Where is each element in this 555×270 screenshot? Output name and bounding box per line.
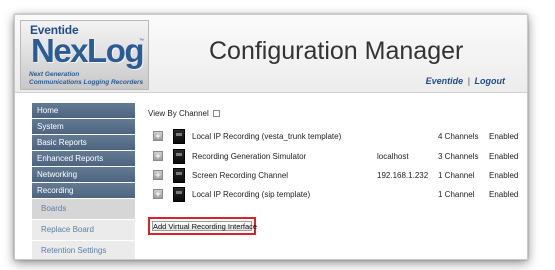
sidebar-item-system[interactable]: System — [32, 119, 135, 134]
link-separator: | — [467, 76, 470, 86]
board-host: localhost — [377, 152, 409, 161]
board-row: + Recording Generation Simulator localho… — [148, 148, 527, 165]
logo-product-text: NexLog — [31, 32, 145, 69]
board-status: Enabled — [489, 132, 519, 141]
board-channel-count: 4 Channels — [438, 132, 479, 141]
nexlog-logo: Eventide NexLog ™ Next Generation Commun… — [20, 20, 149, 90]
sidebar-item-home[interactable]: Home — [32, 103, 135, 118]
user-link[interactable]: Eventide — [426, 76, 464, 86]
board-status: Enabled — [489, 171, 519, 180]
logout-link[interactable]: Logout — [475, 76, 506, 86]
sidebar-subitem-replace-board[interactable]: Replace Board — [32, 220, 135, 240]
board-status: Enabled — [489, 190, 519, 199]
board-row: + Local IP Recording (vesta_trunk templa… — [148, 128, 527, 145]
recorder-board-icon — [173, 129, 185, 144]
logo-tagline-2: Communications Logging Recorders — [29, 79, 144, 86]
sidebar-item-enhanced-reports[interactable]: Enhanced Reports — [32, 151, 135, 166]
header-bar: Eventide NexLog ™ Next Generation Commun… — [15, 15, 527, 93]
board-channel-count: 1 Channel — [438, 190, 475, 199]
expand-icon[interactable]: + — [153, 189, 163, 199]
sidebar-subitem-boards[interactable]: Boards — [32, 199, 135, 219]
sidebar-item-recording[interactable]: Recording — [32, 183, 135, 198]
view-by-channel-label: View By Channel — [148, 109, 209, 118]
view-by-channel: View By Channel — [148, 109, 221, 118]
sidebar-item-basic-reports[interactable]: Basic Reports — [32, 135, 135, 150]
board-name[interactable]: Screen Recording Channel — [192, 171, 288, 180]
board-row: + Screen Recording Channel 192.168.1.232… — [148, 167, 527, 184]
board-host: 192.168.1.232 — [377, 171, 429, 180]
board-name[interactable]: Local IP Recording (vesta_trunk template… — [192, 132, 341, 141]
view-by-channel-checkbox[interactable] — [213, 110, 221, 117]
recorder-board-icon — [173, 149, 185, 164]
board-channel-count: 3 Channels — [438, 152, 479, 161]
page-title: Configuration Manager — [209, 37, 464, 65]
logo-tagline-1: Next Generation — [29, 71, 80, 78]
logo-trademark: ™ — [139, 38, 144, 44]
board-channel-count: 1 Channel — [438, 171, 475, 180]
expand-icon[interactable]: + — [153, 151, 163, 161]
expand-icon[interactable]: + — [153, 170, 163, 180]
board-name[interactable]: Recording Generation Simulator — [192, 152, 306, 161]
recorder-board-icon — [173, 168, 185, 183]
user-links: Eventide | Logout — [426, 76, 505, 86]
add-virtual-recording-interface-highlight: Add Virtual Recording Interface — [148, 217, 257, 235]
board-status: Enabled — [489, 152, 519, 161]
board-name[interactable]: Local IP Recording (sip template) — [192, 190, 310, 199]
sidebar-subitem-retention-settings[interactable]: Retention Settings — [32, 241, 135, 259]
board-row: + Local IP Recording (sip template) 1 Ch… — [148, 186, 527, 203]
recorder-board-icon — [173, 187, 185, 202]
add-virtual-recording-interface-button[interactable]: Add Virtual Recording Interface — [152, 221, 257, 231]
app-window: Eventide NexLog ™ Next Generation Commun… — [14, 14, 528, 260]
expand-icon[interactable]: + — [153, 131, 163, 141]
sidebar-nav: Home System Basic Reports Enhanced Repor… — [32, 103, 135, 259]
sidebar-item-networking[interactable]: Networking — [32, 167, 135, 182]
